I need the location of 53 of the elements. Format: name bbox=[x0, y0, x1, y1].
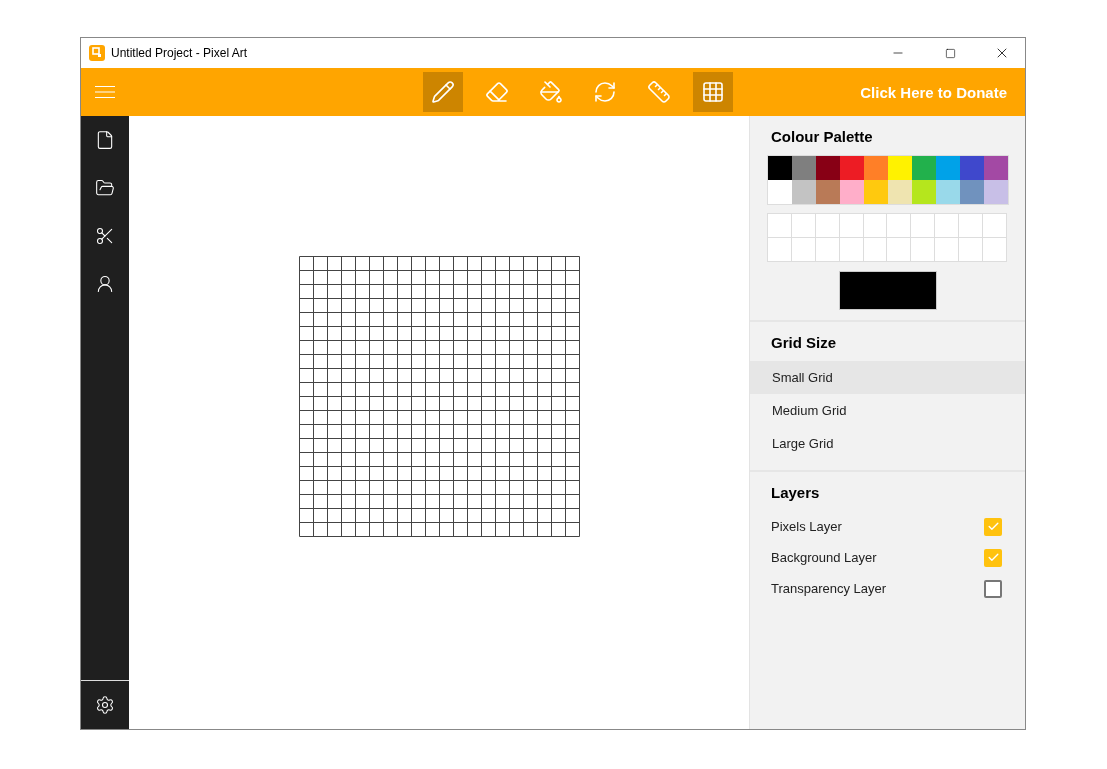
colour-swatch[interactable] bbox=[816, 180, 840, 204]
section-heading: Grid Size bbox=[771, 334, 838, 351]
settings-icon bbox=[95, 695, 115, 715]
colour-swatch[interactable] bbox=[864, 180, 888, 204]
layer-label: Pixels Layer bbox=[771, 519, 843, 534]
file-icon bbox=[95, 130, 115, 150]
colour-swatch[interactable] bbox=[768, 156, 792, 180]
pencil-icon bbox=[431, 80, 455, 104]
colour-swatch[interactable] bbox=[888, 180, 912, 204]
colour-swatch[interactable] bbox=[984, 180, 1008, 204]
colour-swatch[interactable] bbox=[960, 156, 984, 180]
paint-bucket-icon bbox=[539, 80, 563, 104]
grid-size-option[interactable]: Large Grid bbox=[750, 427, 1025, 460]
layer-checkbox[interactable] bbox=[984, 579, 1002, 598]
colour-swatch[interactable] bbox=[960, 180, 984, 204]
folder-icon bbox=[95, 178, 115, 198]
section-heading: Colour Palette bbox=[771, 128, 874, 145]
colour-swatch[interactable] bbox=[816, 156, 840, 180]
eraser-icon bbox=[485, 80, 509, 104]
check-icon bbox=[986, 551, 1000, 564]
layer-label: Background Layer bbox=[771, 550, 878, 565]
pixel-grid-drawing[interactable] bbox=[298, 256, 580, 537]
colour-swatch[interactable] bbox=[840, 156, 864, 180]
app-logo-icon bbox=[89, 45, 105, 61]
colour-swatch[interactable] bbox=[984, 156, 1008, 180]
layer-label: Transparency Layer bbox=[771, 581, 888, 596]
colour-swatch[interactable] bbox=[936, 156, 960, 180]
colour-swatch[interactable] bbox=[792, 156, 816, 180]
tool-button[interactable] bbox=[693, 72, 733, 112]
colour-swatch[interactable] bbox=[936, 180, 960, 204]
current-colour[interactable] bbox=[838, 271, 937, 310]
layer-checkbox[interactable] bbox=[984, 517, 1002, 536]
grid-size-option[interactable]: Small Grid bbox=[750, 361, 1025, 394]
colour-swatch[interactable] bbox=[768, 180, 792, 204]
colour-swatch[interactable] bbox=[912, 180, 936, 204]
colour-swatch[interactable] bbox=[840, 180, 864, 204]
colour-swatch[interactable] bbox=[864, 156, 888, 180]
colour-swatch[interactable] bbox=[888, 156, 912, 180]
colour-swatch[interactable] bbox=[792, 180, 816, 204]
check-icon bbox=[986, 520, 1000, 533]
window-title: Untitled Project - Pixel Art bbox=[111, 46, 249, 60]
layer-checkbox[interactable] bbox=[984, 548, 1002, 567]
ruler-icon bbox=[647, 80, 671, 104]
grid-icon bbox=[701, 80, 725, 104]
rotate-icon bbox=[593, 80, 617, 104]
section-heading: Layers bbox=[771, 484, 821, 501]
user-icon bbox=[95, 274, 115, 294]
tool-button[interactable] bbox=[423, 72, 463, 112]
colour-swatch[interactable] bbox=[912, 156, 936, 180]
menu-icon bbox=[95, 85, 115, 99]
grid-size-option[interactable]: Medium Grid bbox=[750, 394, 1025, 427]
maximize-icon bbox=[944, 47, 956, 59]
scissors-icon bbox=[95, 226, 115, 246]
